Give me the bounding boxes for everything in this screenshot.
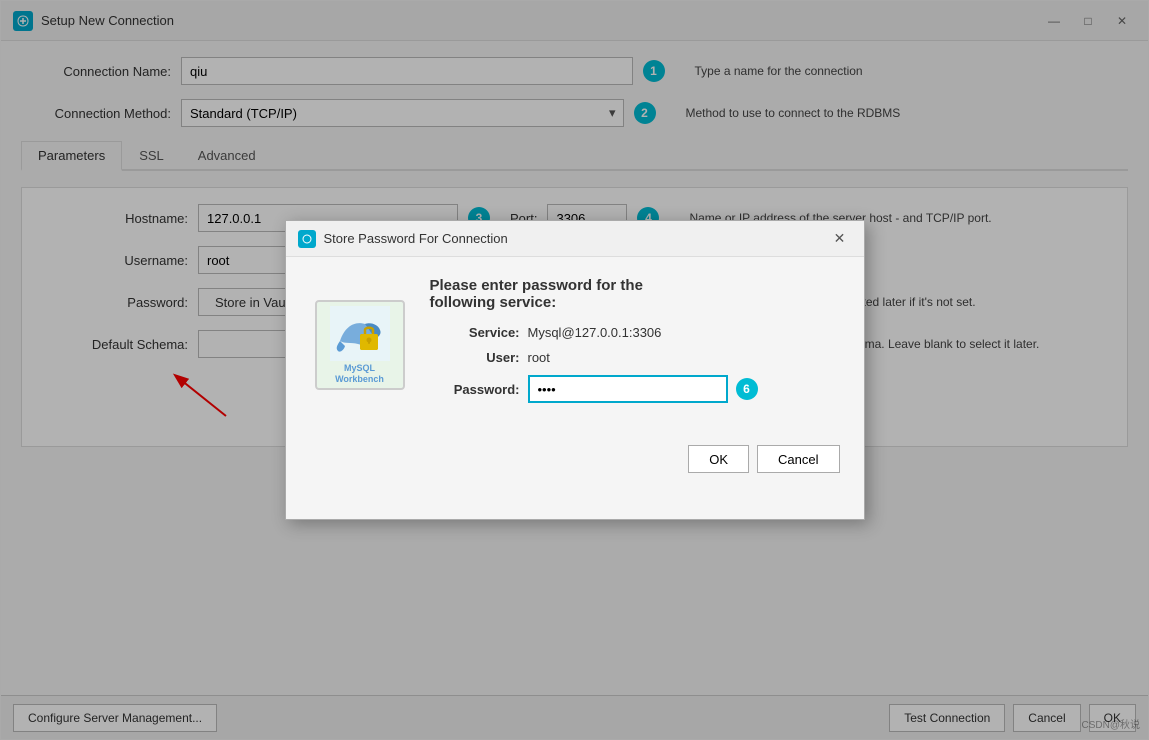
modal-password-input[interactable] [528,375,728,403]
modal-title: Store Password For Connection [324,231,820,246]
modal-user-value: root [528,350,550,365]
modal-user-label: User: [430,350,520,365]
modal-form-area: Please enter password for thefollowing s… [430,277,840,413]
modal-password-row: Password: 6 [430,375,840,403]
modal-icon-area: MySQLWorkbench [310,277,410,413]
workbench-label: MySQLWorkbench [335,363,384,385]
modal-service-label: Service: [430,325,520,340]
store-password-modal: Store Password For Connection ✕ [285,220,865,520]
modal-icon [298,230,316,248]
modal-ok-button[interactable]: OK [688,445,749,473]
modal-cancel-button[interactable]: Cancel [757,445,839,473]
badge-6: 6 [736,378,758,400]
modal-body: MySQLWorkbench Please enter password for… [286,257,864,433]
modal-titlebar: Store Password For Connection ✕ [286,221,864,257]
modal-overlay: Store Password For Connection ✕ [1,1,1148,739]
workbench-logo: MySQLWorkbench [315,300,405,390]
modal-service-value: Mysql@127.0.0.1:3306 [528,325,662,340]
modal-password-label: Password: [430,382,520,397]
modal-close-button[interactable]: ✕ [828,227,852,251]
modal-buttons: OK Cancel [286,433,864,493]
modal-service-row: Service: Mysql@127.0.0.1:3306 [430,325,840,340]
modal-heading: Please enter password for thefollowing s… [430,277,840,311]
main-window: Setup New Connection — □ ✕ Connection Na… [0,0,1149,740]
modal-user-row: User: root [430,350,840,365]
